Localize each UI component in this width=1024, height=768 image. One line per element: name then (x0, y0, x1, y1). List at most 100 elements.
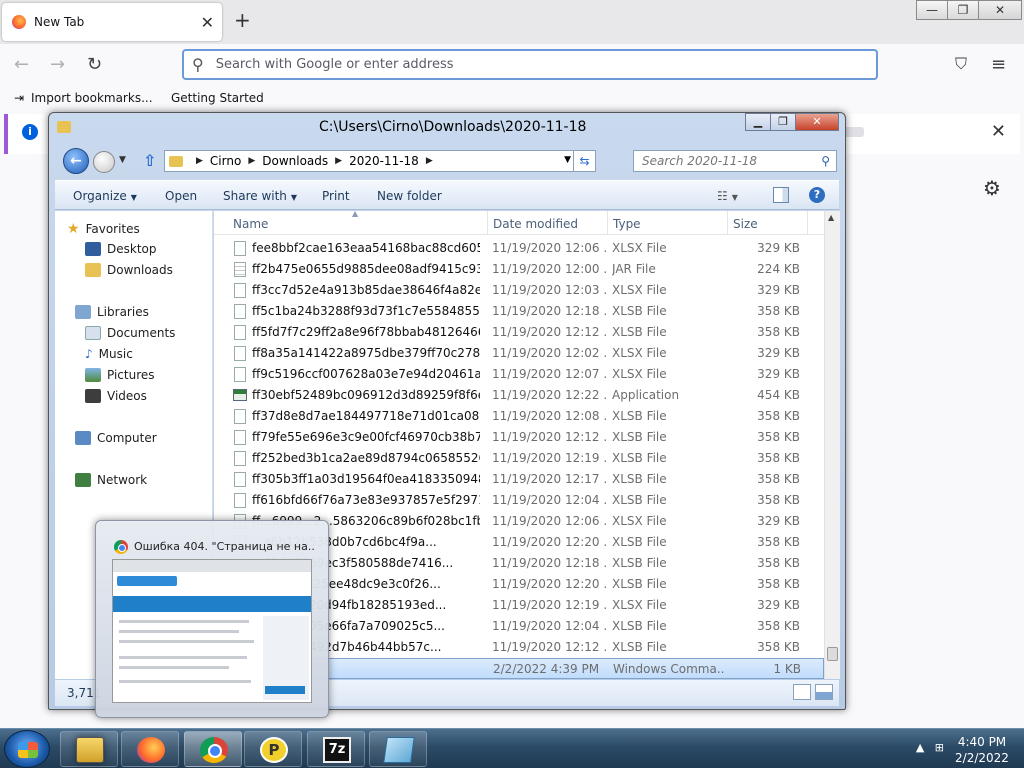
table-row[interactable]: ff3cc7d52e4a913b85dae38646f4a82e765c... 1… (214, 280, 824, 301)
address-dropdown-icon[interactable]: ▼ (564, 155, 571, 165)
breadcrumb-separator-icon[interactable]: ▶ (196, 156, 203, 166)
chrome-taskbar-preview[interactable]: Ошибка 404. "Страница не на... (95, 520, 329, 718)
file-date: 11/19/2020 12:20 ... (492, 535, 607, 549)
table-row[interactable]: ff616bfd66f76a73e83e937857e5f29716d6b...… (214, 490, 824, 511)
clock[interactable]: 4:40 PM 2/2/2022 (944, 734, 1020, 766)
column-size[interactable]: Size (733, 217, 758, 231)
nav-network[interactable]: Network (75, 473, 147, 487)
file-icon (234, 451, 246, 466)
recent-pages-dropdown-icon[interactable]: ▼ (119, 155, 126, 165)
file-date: 11/19/2020 12:20 ... (492, 577, 607, 591)
back-button[interactable]: ← (63, 148, 89, 174)
scroll-up-icon[interactable]: ▲ (828, 213, 834, 222)
explorer-search-box[interactable]: ⚲ (633, 150, 837, 172)
taskbar-pdf-reader[interactable]: P (244, 731, 302, 767)
address-input[interactable] (213, 56, 854, 73)
nav-computer[interactable]: Computer (75, 431, 157, 445)
start-button[interactable] (4, 730, 50, 768)
taskbar-chrome[interactable] (184, 731, 242, 767)
vertical-scrollbar[interactable]: ▲ (824, 211, 840, 679)
file-size: 358 KB (757, 472, 800, 486)
taskbar-firefox[interactable] (121, 731, 179, 767)
explorer-address-bar[interactable]: ▶ Cirno ▶ Downloads ▶ 2020-11-18 ▶ ▼ ⇆ (164, 150, 596, 172)
up-arrow-icon[interactable]: ⇧ (143, 151, 156, 170)
taskbar-explorer[interactable] (60, 731, 118, 767)
breadcrumb-downloads[interactable]: Downloads (262, 154, 328, 168)
forward-icon[interactable]: → (50, 54, 65, 75)
nav-videos[interactable]: Videos (85, 389, 147, 403)
import-bookmarks-link[interactable]: Import bookmarks... (31, 91, 153, 105)
file-size: 224 KB (757, 262, 800, 276)
pictures-icon (85, 368, 101, 382)
nav-documents[interactable]: Documents (85, 326, 175, 340)
minimize-button[interactable]: — (916, 0, 948, 20)
tab-new-tab[interactable]: New Tab ✕ (2, 3, 222, 41)
organize-button[interactable]: Organize ▼ (73, 189, 137, 203)
new-tab-button[interactable]: + (234, 8, 251, 32)
table-row[interactable]: fee8bbf2cae163eaa54168bac88cd60551e3... 1… (214, 238, 824, 259)
music-icon: ♪ (85, 347, 93, 361)
nav-music[interactable]: ♪ Music (85, 347, 133, 361)
nav-favorites[interactable]: ★ Favorites (67, 221, 140, 237)
table-row[interactable]: ff30ebf52489bc096912d3d89259f8f6e44ec...… (214, 385, 824, 406)
file-type: XLSX File (612, 598, 667, 612)
column-type[interactable]: Type (613, 217, 641, 231)
breadcrumb-cirno[interactable]: Cirno (210, 154, 241, 168)
reload-icon[interactable]: ↻ (87, 54, 102, 75)
taskbar-notepad[interactable] (369, 731, 427, 767)
explorer-search-input[interactable] (640, 153, 810, 169)
taskbar-7zip[interactable]: 7z (307, 731, 365, 767)
file-date: 11/19/2020 12:12 ... (492, 640, 607, 654)
large-icons-view-icon[interactable] (815, 684, 833, 700)
file-date: 11/19/2020 12:17 ... (492, 472, 607, 486)
preview-thumbnail[interactable] (112, 559, 312, 703)
table-row[interactable]: ff305b3ff1a03d19564f0ea418335094853b4...… (214, 469, 824, 490)
pocket-icon[interactable]: ⛉ (955, 54, 967, 74)
explorer-restore-button[interactable]: ❐ (770, 113, 796, 131)
refresh-icon[interactable]: ⇆ (573, 151, 595, 171)
open-button[interactable]: Open (165, 189, 197, 203)
close-button[interactable]: ✕ (978, 0, 1022, 20)
search-icon[interactable]: ⚲ (821, 154, 830, 168)
star-icon: ★ (67, 221, 80, 237)
share-with-button[interactable]: Share with ▼ (223, 189, 297, 203)
column-date-modified[interactable]: Date modified (493, 217, 578, 231)
change-view-icon[interactable]: ☷ ▼ (717, 189, 738, 203)
notification-close-icon[interactable]: ✕ (991, 121, 1006, 142)
restore-button[interactable]: ❐ (947, 0, 979, 20)
scroll-thumb[interactable] (827, 647, 838, 661)
table-row[interactable]: ff8a35a141422a8975dbe379ff70c27872028...… (214, 343, 824, 364)
table-row[interactable]: ff2b475e0655d9885dee08adf9415c93751f... 1… (214, 259, 824, 280)
nav-libraries[interactable]: Libraries (75, 305, 149, 319)
back-icon[interactable]: ← (14, 54, 29, 75)
table-row[interactable]: ff5fd7f7c29ff2a8e96f78bbab48126466bb9...… (214, 322, 824, 343)
explorer-minimize-button[interactable]: ▁ (745, 113, 771, 131)
breadcrumb-separator-icon[interactable]: ▶ (426, 156, 433, 166)
breadcrumb-separator-icon[interactable]: ▶ (248, 156, 255, 166)
table-row[interactable]: ff79fe55e696e3c9e00fcf46970cb38b71215...… (214, 427, 824, 448)
nav-downloads[interactable]: Downloads (85, 263, 173, 277)
file-name: ff5fd7f7c29ff2a8e96f78bbab48126466bb9... (252, 325, 480, 339)
tray-expand-icon[interactable]: ▲ ⊞ (916, 741, 944, 754)
nav-pictures[interactable]: Pictures (85, 368, 155, 382)
address-bar[interactable]: ⚲ (182, 49, 878, 80)
forward-button[interactable] (93, 151, 115, 173)
details-view-icon[interactable] (793, 684, 811, 700)
table-row[interactable]: ff9c5196ccf007628a03e7e94d20461a7de7... 1… (214, 364, 824, 385)
getting-started-link[interactable]: Getting Started (171, 91, 264, 105)
table-row[interactable]: ff5c1ba24b3288f93d73f1c7e5584855526ec...… (214, 301, 824, 322)
explorer-close-button[interactable]: ✕ (795, 113, 839, 131)
nav-desktop[interactable]: Desktop (85, 242, 157, 256)
tab-close-icon[interactable]: ✕ (201, 13, 214, 32)
column-name[interactable]: Name (233, 217, 268, 231)
new-folder-button[interactable]: New folder (377, 189, 442, 203)
gear-icon[interactable]: ⚙ (983, 176, 1001, 200)
table-row[interactable]: ff37d8e8d7ae184497718e71d01ca0824bdc... 1… (214, 406, 824, 427)
breadcrumb-2020-11-18[interactable]: 2020-11-18 (349, 154, 419, 168)
menu-icon[interactable]: ≡ (991, 54, 1006, 75)
breadcrumb-separator-icon[interactable]: ▶ (335, 156, 342, 166)
preview-pane-icon[interactable] (773, 187, 789, 203)
print-button[interactable]: Print (322, 189, 350, 203)
table-row[interactable]: ff252bed3b1ca2ae89d8794c06585526889a... 1… (214, 448, 824, 469)
help-icon[interactable]: ? (809, 187, 825, 203)
